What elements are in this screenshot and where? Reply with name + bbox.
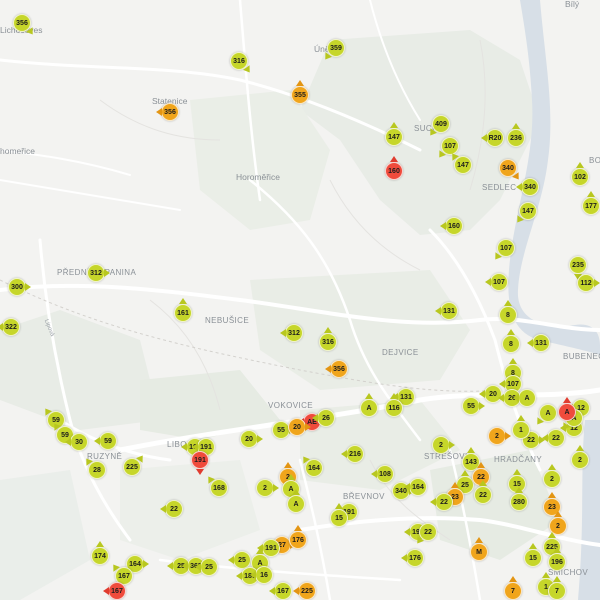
vehicle-marker[interactable]: 164	[409, 478, 427, 496]
vehicle-marker[interactable]: 300	[8, 278, 26, 296]
vehicle-marker[interactable]: 164	[305, 459, 323, 477]
place-label-horomerice: Horoměřice	[236, 172, 280, 182]
vehicle-marker[interactable]: 196	[548, 547, 566, 571]
vehicle-marker[interactable]: 107	[497, 239, 515, 257]
place-label-chomerice: homeřice	[0, 146, 35, 156]
place-label-bily: Bílý	[565, 0, 580, 9]
vehicle-marker[interactable]: 131	[532, 334, 550, 352]
place-label-nebusice: NEBUŠICE	[205, 316, 250, 325]
vehicle-marker[interactable]: 312	[285, 324, 303, 342]
vehicle-marker[interactable]: 8	[499, 300, 517, 324]
vehicle-marker[interactable]: 147	[454, 156, 472, 174]
vehicle-marker[interactable]: 16	[255, 566, 273, 584]
vehicle-marker[interactable]: A	[518, 389, 536, 407]
vehicle-marker[interactable]: 131	[440, 302, 458, 320]
place-label-sedlec: SEDLEC	[482, 183, 517, 192]
vehicle-marker[interactable]: 167	[108, 582, 126, 600]
vehicle-marker[interactable]: 1	[512, 415, 530, 439]
vehicle-marker[interactable]: 7	[548, 576, 566, 600]
vehicle-marker[interactable]: 280	[510, 487, 528, 511]
vehicle-marker[interactable]: 8	[502, 329, 520, 353]
vehicle-marker[interactable]: 2	[571, 445, 589, 469]
vehicle-marker[interactable]: 176	[406, 549, 424, 567]
place-label-vokovice: VOKOVICE	[268, 401, 313, 410]
vehicle-marker[interactable]: 322	[2, 318, 20, 336]
map-view[interactable]: LichocevesStateniceHoroměřicehomeřicePŘE…	[0, 0, 600, 600]
vehicle-marker[interactable]: 356	[330, 360, 348, 378]
vehicle-marker[interactable]: A	[287, 489, 305, 513]
vehicle-marker[interactable]: 22	[419, 523, 437, 541]
place-label-bubenec: BUBENEČ	[563, 352, 600, 361]
place-label-bohnice: BO	[589, 156, 600, 165]
vehicle-marker[interactable]: 108	[376, 465, 394, 483]
vehicle-marker[interactable]: 22	[435, 493, 453, 511]
vehicle-marker[interactable]: 168	[210, 479, 228, 497]
vehicle-marker[interactable]: 216	[346, 445, 364, 463]
vehicle-marker[interactable]: 316	[230, 52, 248, 70]
place-label-hradcany: HRADČANY	[494, 455, 543, 464]
vehicle-marker[interactable]: 191	[262, 539, 280, 557]
vehicle-marker[interactable]: 20	[240, 430, 258, 448]
place-label-stresovice: STŘEŠOVI	[424, 452, 468, 461]
vehicle-marker[interactable]: 147	[385, 122, 403, 146]
vehicle-marker[interactable]: 116	[385, 393, 403, 417]
vehicle-marker[interactable]: M	[470, 537, 488, 561]
vehicle-marker[interactable]: 409	[432, 115, 450, 133]
vehicle-marker[interactable]: A	[539, 404, 557, 422]
vehicle-marker[interactable]: 235	[569, 256, 587, 274]
vehicle-marker[interactable]: 356	[13, 14, 31, 32]
vehicle-marker[interactable]: 22	[474, 480, 492, 504]
vehicle-marker[interactable]: A	[558, 397, 576, 421]
vehicle-marker[interactable]: 161	[174, 298, 192, 322]
vehicle-marker[interactable]: 20	[288, 418, 306, 436]
vehicle-marker[interactable]: 167	[274, 582, 292, 600]
vehicle-marker[interactable]: 30	[70, 433, 88, 451]
vehicle-marker[interactable]: 340	[521, 178, 539, 196]
vehicle-marker[interactable]: A	[360, 393, 378, 417]
vehicle-marker[interactable]: 55	[462, 397, 480, 415]
vehicle-marker[interactable]: 316	[319, 327, 337, 351]
vehicle-marker[interactable]: 355	[291, 80, 309, 104]
vehicle-marker[interactable]: 15	[330, 503, 348, 527]
vehicle-marker[interactable]: 22	[547, 429, 565, 447]
vehicle-marker[interactable]: 2	[543, 464, 561, 488]
vehicle-marker[interactable]: 356	[161, 103, 179, 121]
vehicle-marker[interactable]: 22	[165, 500, 183, 518]
vehicle-marker[interactable]: 176	[289, 525, 307, 549]
vehicle-marker[interactable]: 25	[200, 558, 218, 576]
vehicle-marker[interactable]: R20	[486, 129, 504, 147]
vehicle-marker[interactable]: 177	[582, 191, 600, 215]
vehicle-marker[interactable]: 236	[507, 123, 525, 147]
vehicle-marker[interactable]: 2	[256, 479, 274, 497]
place-label-dejvice: DEJVICE	[382, 348, 419, 357]
vehicle-marker[interactable]: 174	[91, 541, 109, 565]
vehicle-marker[interactable]: 191	[191, 451, 209, 469]
vehicle-marker[interactable]: 55	[272, 421, 290, 439]
vehicle-marker[interactable]: 312	[87, 264, 105, 282]
vehicle-marker[interactable]: 2	[488, 427, 506, 445]
vehicle-marker[interactable]: 28	[88, 461, 106, 479]
vehicle-marker[interactable]: 26	[317, 409, 335, 427]
place-label-brevnov: BŘEVNOV	[343, 492, 385, 501]
vehicle-marker[interactable]: 7	[504, 576, 522, 600]
vehicle-marker[interactable]: 340	[499, 159, 517, 177]
vehicle-marker[interactable]: 2	[432, 436, 450, 454]
vehicle-marker[interactable]: 147	[519, 202, 537, 220]
vehicle-marker[interactable]: 107	[490, 273, 508, 291]
vehicle-marker[interactable]: 102	[571, 162, 589, 186]
vehicle-marker[interactable]: 225	[123, 458, 141, 476]
vehicle-marker[interactable]: 59	[99, 432, 117, 450]
vehicle-marker[interactable]: 359	[327, 39, 345, 57]
vehicle-marker[interactable]: 160	[445, 217, 463, 235]
vehicle-marker[interactable]: 15	[524, 543, 542, 567]
vehicle-marker[interactable]: 160	[385, 156, 403, 180]
vehicle-marker[interactable]: 112	[577, 274, 595, 292]
vehicle-marker[interactable]: 225	[298, 582, 316, 600]
